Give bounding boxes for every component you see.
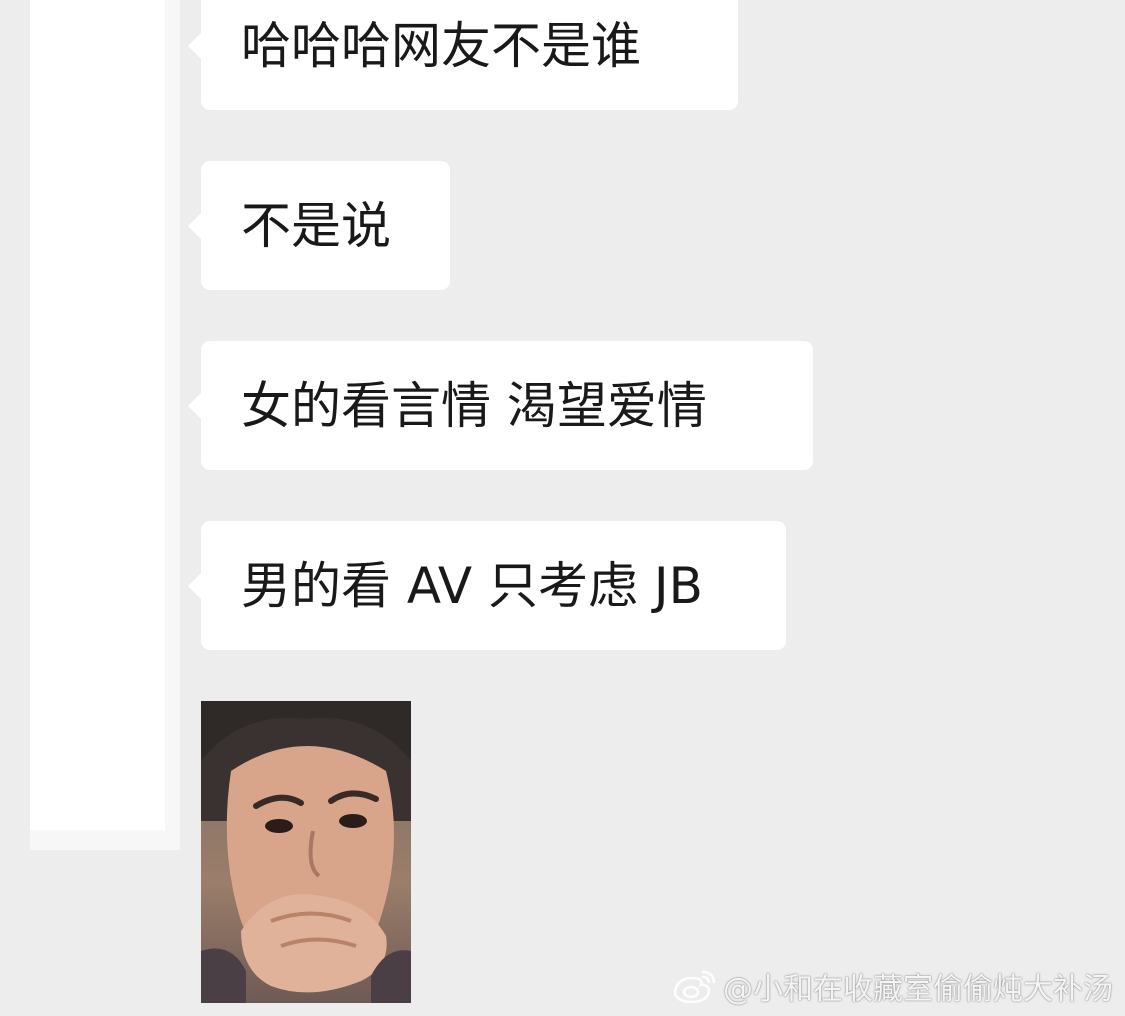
- avatar-column: [30, 0, 180, 850]
- message-text: 女的看言情 渴望爱情: [241, 376, 707, 435]
- message-text: 哈哈哈网友不是谁: [241, 16, 641, 75]
- watermark: @小和在收藏室偷偷炖大补汤: [673, 964, 1113, 1008]
- sticker-image[interactable]: [201, 701, 411, 1003]
- message-bubble[interactable]: 不是说: [188, 161, 450, 290]
- message-text: 男的看 AV 只考虑 JB: [241, 556, 703, 615]
- watermark-text: @小和在收藏室偷偷炖大补汤: [723, 972, 1113, 1007]
- thinking-face-illustration: [201, 701, 411, 1003]
- avatar-placeholder: [30, 0, 165, 830]
- message-bubble[interactable]: 男的看 AV 只考虑 JB: [188, 521, 786, 650]
- message-bubble[interactable]: 女的看言情 渴望爱情: [188, 341, 813, 470]
- message-text: 不是说: [241, 196, 391, 255]
- message-bubble[interactable]: 哈哈哈网友不是谁: [188, 0, 738, 110]
- weibo-icon: [673, 970, 716, 1004]
